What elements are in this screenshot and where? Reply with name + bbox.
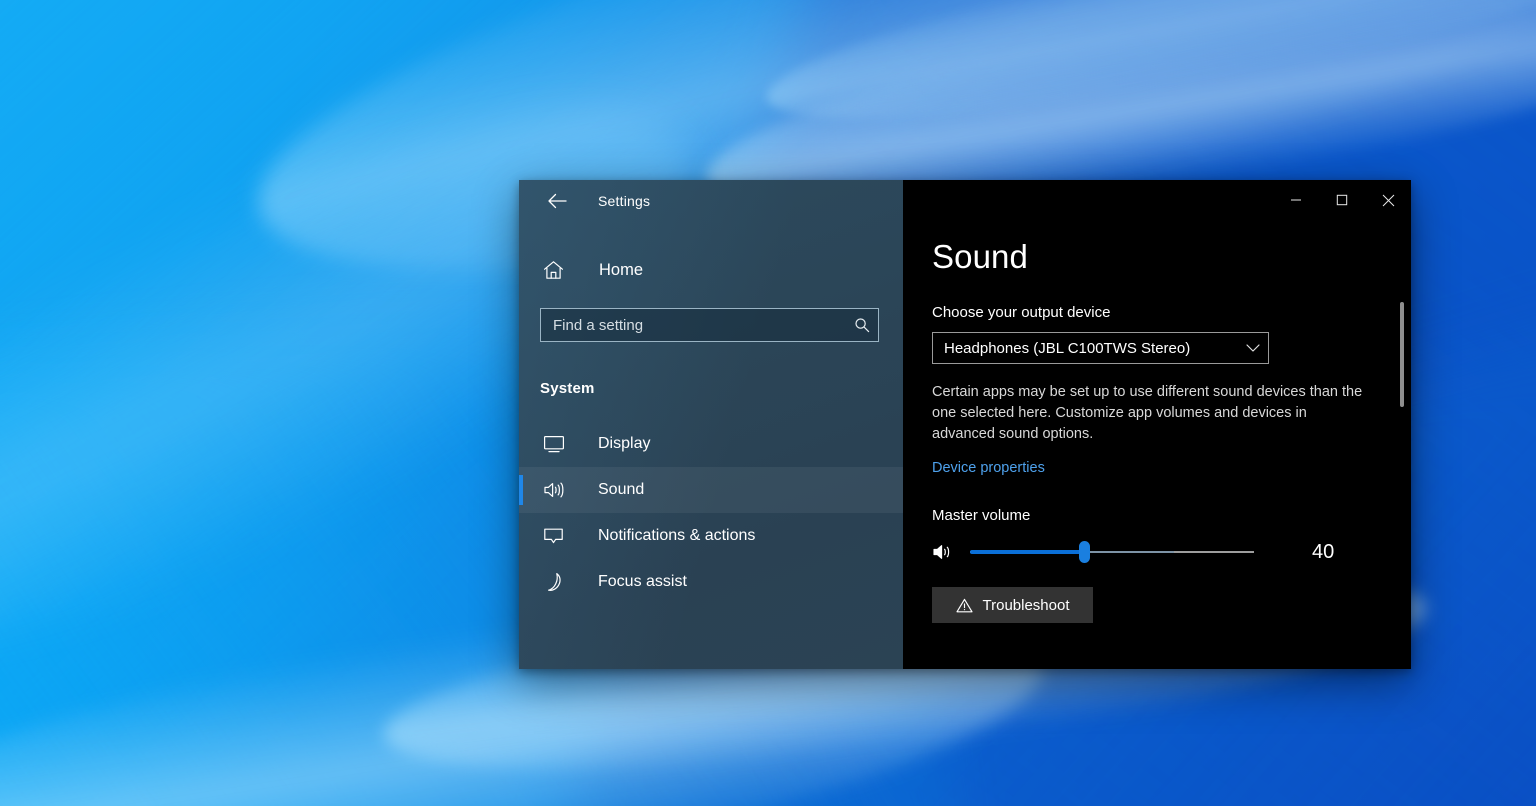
speaker-icon (543, 481, 571, 499)
sidebar-item-notifications-label: Notifications & actions (598, 527, 756, 544)
sidebar-item-home[interactable]: Home (519, 250, 903, 290)
search-box[interactable] (540, 308, 879, 342)
wallpaper-streak-topright (756, 0, 1536, 158)
master-volume-value: 40 (1312, 540, 1335, 563)
settings-window: Settings Home Find a setting System Disp… (519, 180, 1411, 669)
sidebar-item-sound[interactable]: Sound (519, 467, 903, 513)
slider-thumb[interactable] (1078, 541, 1090, 563)
home-icon (543, 260, 573, 280)
output-device-value: Headphones (JBL C100TWS Stereo) (944, 339, 1191, 357)
master-volume-row: 40 (932, 540, 1411, 564)
page-title: Sound (932, 238, 1028, 275)
sidebar-section-header: System (540, 380, 595, 397)
scrollbar-thumb[interactable] (1400, 302, 1404, 407)
sidebar-item-sound-label: Sound (598, 481, 645, 498)
sidebar-item-display[interactable]: Display (519, 421, 903, 467)
master-volume-label: Master volume (932, 507, 1031, 524)
slider-fill (970, 550, 1084, 554)
settings-sidebar: Settings Home Find a setting System Disp… (519, 180, 903, 669)
settings-content-pane: Sound Choose your output device Headphon… (903, 180, 1411, 669)
sidebar-item-focus-assist[interactable]: Focus assist (519, 559, 903, 605)
sound-settings-body: Sound Choose your output device Headphon… (903, 180, 1411, 669)
troubleshoot-button-label: Troubleshoot (982, 596, 1070, 614)
troubleshoot-button[interactable]: Troubleshoot (932, 587, 1093, 623)
output-device-label: Choose your output device (932, 304, 1111, 321)
speaker-icon[interactable] (932, 543, 962, 561)
sidebar-item-focus-assist-label: Focus assist (598, 573, 687, 590)
window-title: Settings (598, 193, 651, 209)
output-device-help-text: Certain apps may be set up to use differ… (932, 384, 1363, 442)
monitor-icon (543, 435, 571, 453)
device-properties-link[interactable]: Device properties (932, 460, 1045, 476)
content-scrollbar[interactable] (1396, 302, 1408, 647)
sidebar-item-home-label: Home (599, 260, 644, 279)
sidebar-titlebar: Settings (519, 180, 903, 222)
sidebar-item-display-label: Display (598, 435, 651, 452)
master-volume-slider[interactable] (970, 540, 1254, 564)
slider-track-highlight (1083, 551, 1175, 553)
notification-icon (543, 527, 571, 545)
back-arrow-icon[interactable] (540, 186, 574, 216)
search-icon[interactable] (854, 317, 870, 333)
sidebar-item-notifications[interactable]: Notifications & actions (519, 513, 903, 559)
chevron-down-icon (1246, 343, 1260, 353)
search-container (540, 308, 879, 342)
sidebar-nav-list: Display Sound Notifications & actions Fo… (519, 421, 903, 605)
search-input[interactable] (553, 316, 848, 334)
moon-icon (543, 572, 571, 592)
desktop-wallpaper: Settings Home Find a setting System Disp… (0, 0, 1536, 806)
output-device-dropdown[interactable]: Headphones (JBL C100TWS Stereo) (932, 332, 1269, 364)
warning-triangle-icon (955, 598, 973, 613)
